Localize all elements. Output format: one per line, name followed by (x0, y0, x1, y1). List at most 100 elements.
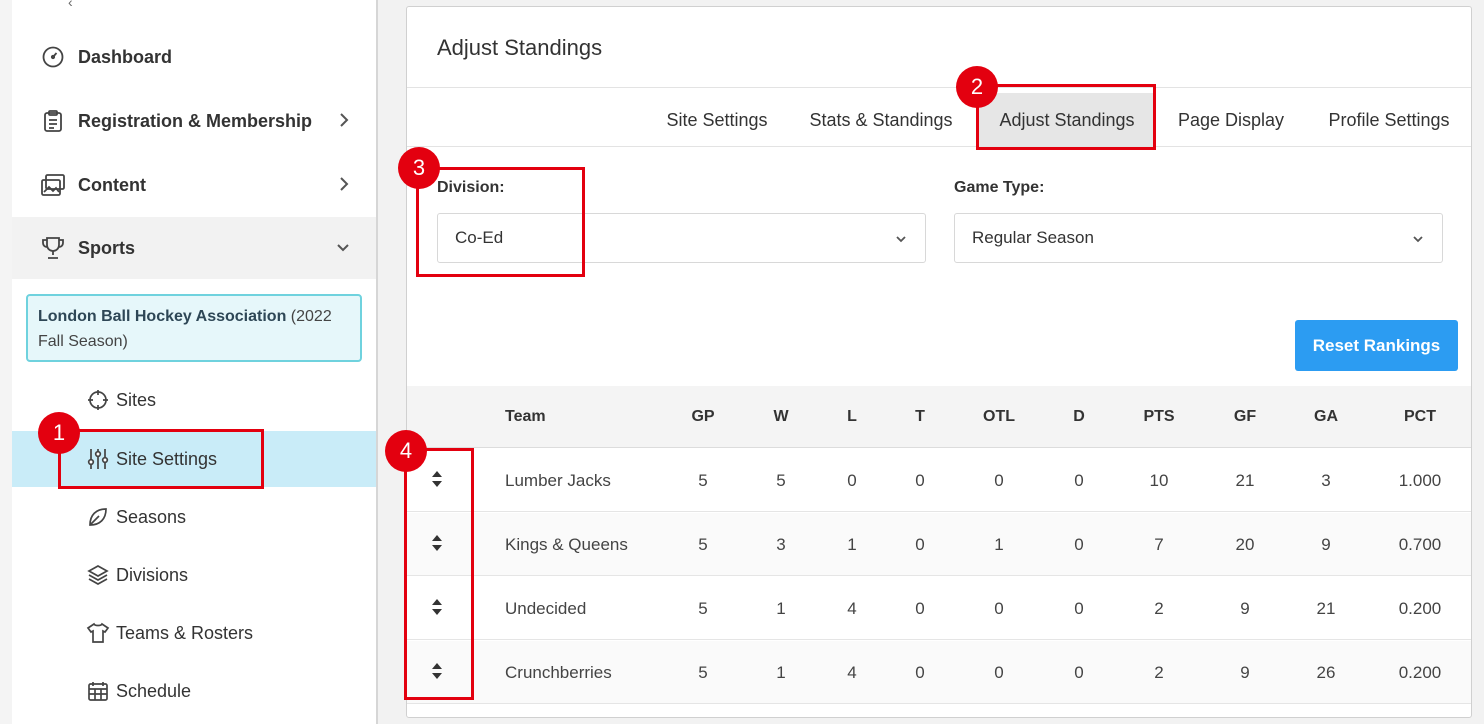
chevron-down-icon (336, 239, 350, 260)
cell-t: 0 (915, 470, 925, 490)
sidebar-item-label: Registration & Membership (78, 110, 313, 131)
cell-pts: 2 (1154, 662, 1164, 682)
chevron-down-icon (1412, 230, 1424, 250)
cell-gp: 5 (698, 534, 708, 554)
cell-t: 0 (915, 534, 925, 554)
column-header-w: W (773, 408, 789, 425)
sidebar-item-sports[interactable]: Sports (12, 217, 376, 279)
divider (407, 87, 1471, 88)
tab-page-display[interactable]: Page Display (1169, 93, 1293, 147)
cell-pct: 0.700 (1398, 534, 1442, 554)
column-header-ga: GA (1314, 408, 1338, 425)
cell-otl: 0 (994, 598, 1004, 618)
sidebar-item-label: Content (78, 174, 146, 195)
sidebar: ‹ Dashboard Registration & Membership Co… (12, 0, 376, 724)
cell-team: Undecided (505, 598, 587, 618)
table-row: Kings & Queens 5 3 1 0 1 0 7 20 9 0.700 (407, 513, 1471, 576)
sidebar-item-content[interactable]: Content (12, 154, 376, 216)
cell-gp: 5 (698, 662, 708, 682)
cell-gf: 20 (1235, 534, 1255, 554)
cell-gf: 9 (1240, 598, 1250, 618)
highlight-adjust-standings-tab (976, 84, 1156, 150)
dashboard-icon (40, 44, 66, 70)
sidebar-item-label: Schedule (116, 680, 192, 701)
cell-l: 1 (847, 534, 857, 554)
association-season-box[interactable]: London Ball Hockey Association (2022 Fal… (26, 294, 362, 362)
column-header-gf: GF (1233, 408, 1257, 425)
cell-gf: 9 (1240, 662, 1250, 682)
tab-stats-standings[interactable]: Stats & Standings (801, 93, 961, 147)
column-header-pct: PCT (1404, 408, 1436, 425)
cell-d: 0 (1074, 662, 1084, 682)
sidebar-item-label: Sites (116, 389, 157, 410)
sidebar-item-teams-rosters[interactable]: Teams & Rosters (12, 605, 376, 661)
column-header-d: D (1073, 408, 1085, 425)
sidebar-item-schedule[interactable]: Schedule (12, 663, 376, 719)
cell-ga: 21 (1316, 598, 1336, 618)
sidebar-divider (376, 0, 378, 724)
cell-d: 0 (1074, 598, 1084, 618)
cell-w: 5 (776, 470, 786, 490)
chevron-right-icon (338, 110, 350, 135)
cell-d: 0 (1074, 534, 1084, 554)
sidebar-item-seasons[interactable]: Seasons (12, 489, 376, 545)
cell-otl: 0 (994, 662, 1004, 682)
trophy-icon (40, 235, 66, 261)
left-gutter (0, 0, 12, 724)
association-name: London Ball Hockey Association (38, 308, 287, 325)
back-chevron-icon[interactable]: ‹ (68, 0, 73, 10)
column-header-gp: GP (691, 408, 715, 425)
cell-otl: 0 (994, 470, 1004, 490)
cell-gp: 5 (698, 598, 708, 618)
reset-rankings-button[interactable]: Reset Rankings (1295, 320, 1458, 371)
table-row: Lumber Jacks 5 5 0 0 0 0 10 21 3 1.000 (407, 449, 1471, 512)
column-header-t: T (915, 408, 925, 425)
shirt-icon (86, 621, 110, 645)
cell-team: Crunchberries (505, 662, 612, 682)
chevron-down-icon (895, 230, 907, 250)
cell-pts: 7 (1154, 534, 1164, 554)
cell-pct: 0.200 (1398, 662, 1442, 682)
cell-w: 1 (776, 662, 786, 682)
standings-table-header: Team GP W L T OTL D PTS GF GA PCT (407, 386, 1471, 448)
tab-profile-settings[interactable]: Profile Settings (1315, 93, 1463, 147)
sidebar-item-label: Dashboard (78, 46, 173, 67)
cell-pts: 2 (1154, 598, 1164, 618)
annotation-badge-2: 2 (956, 66, 998, 108)
sidebar-item-divisions[interactable]: Divisions (12, 547, 376, 603)
cell-w: 1 (776, 598, 786, 618)
cell-l: 4 (847, 662, 857, 682)
cell-l: 0 (847, 470, 857, 490)
cell-ga: 26 (1316, 662, 1336, 682)
cell-gp: 5 (698, 470, 708, 490)
cell-otl: 1 (994, 534, 1004, 554)
game-type-label: Game Type: (954, 179, 1045, 196)
column-header-l: L (847, 408, 857, 425)
annotation-badge-1: 1 (38, 412, 80, 454)
highlight-drag-handles (404, 448, 474, 700)
chevron-right-icon (338, 174, 350, 199)
game-type-value: Regular Season (972, 228, 1094, 247)
sidebar-item-registration[interactable]: Registration & Membership (12, 90, 376, 152)
sidebar-item-label: Seasons (116, 506, 187, 527)
tab-site-settings[interactable]: Site Settings (651, 93, 783, 147)
table-row: Undecided 5 1 4 0 0 0 2 9 21 0.200 (407, 577, 1471, 640)
clipboard-icon (40, 108, 66, 134)
cell-team: Lumber Jacks (505, 470, 611, 490)
divider (407, 146, 1471, 147)
leaf-icon (86, 505, 110, 529)
cell-d: 0 (1074, 470, 1084, 490)
annotation-badge-3: 3 (398, 147, 440, 189)
game-type-select[interactable]: Regular Season (954, 213, 1443, 263)
sidebar-item-label: Sports (78, 237, 136, 258)
cell-l: 4 (847, 598, 857, 618)
cell-ga: 3 (1321, 470, 1331, 490)
column-header-team: Team (505, 408, 546, 425)
highlight-site-settings (58, 429, 264, 489)
cell-ga: 9 (1321, 534, 1331, 554)
sidebar-item-dashboard[interactable]: Dashboard (12, 26, 376, 88)
table-row: Crunchberries 5 1 4 0 0 0 2 9 26 0.200 (407, 641, 1471, 704)
cell-t: 0 (915, 662, 925, 682)
cell-pct: 0.200 (1398, 598, 1442, 618)
layers-icon (86, 563, 110, 587)
